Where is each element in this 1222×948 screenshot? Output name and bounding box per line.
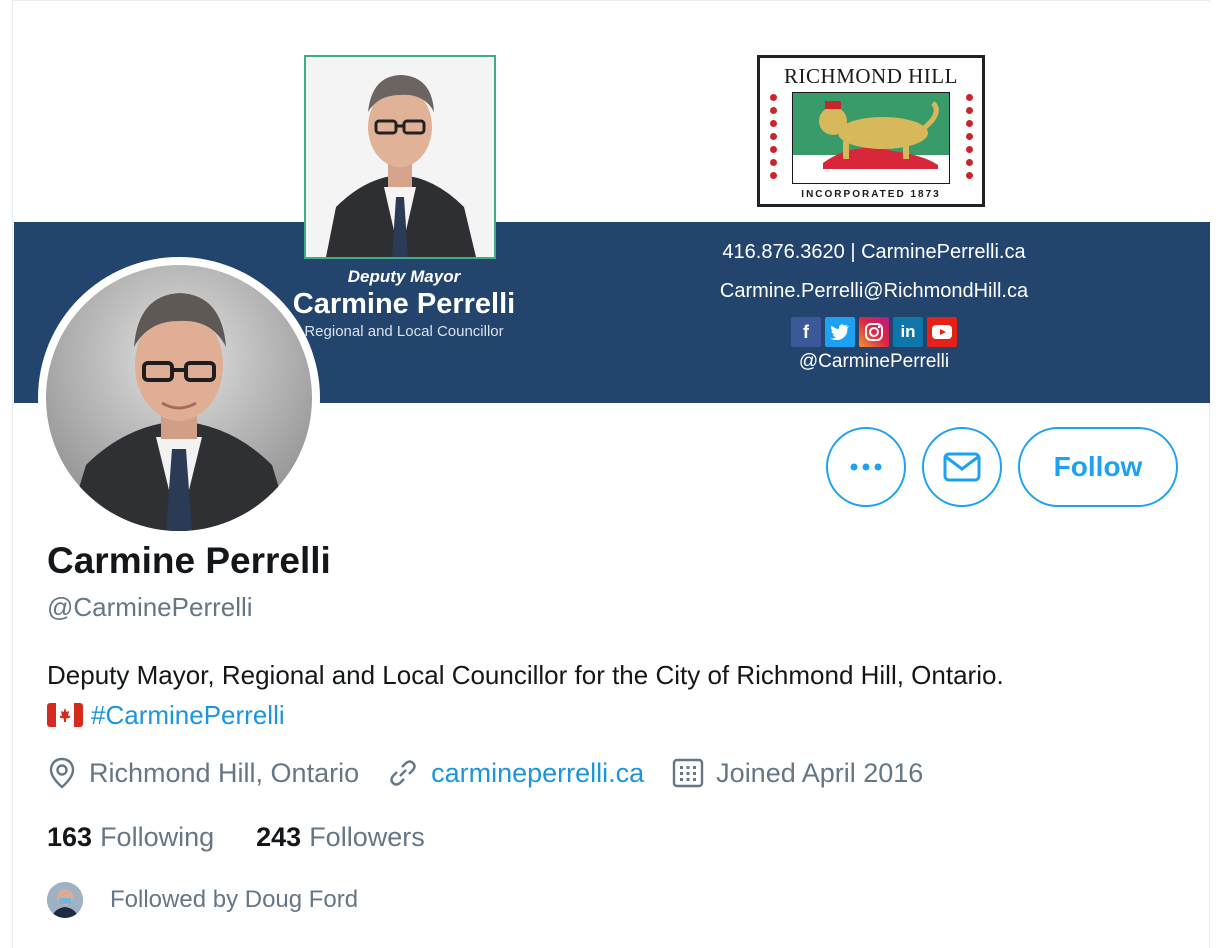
instagram-icon — [859, 317, 889, 347]
avatar[interactable] — [38, 257, 320, 539]
follow-button[interactable]: Follow — [1018, 427, 1178, 507]
following-count: 163 — [47, 822, 93, 852]
joined-text: Joined April 2016 — [716, 757, 924, 788]
more-button[interactable] — [826, 427, 906, 507]
banner-contact: 416.876.3620 | CarminePerrelli.ca Carmin… — [654, 233, 1094, 373]
message-button[interactable] — [922, 427, 1002, 507]
facebook-icon: f — [791, 317, 821, 347]
location-item: Richmond Hill, Ontario — [47, 757, 359, 789]
website-item: carmineperrelli.ca — [387, 757, 644, 789]
website-link[interactable]: carmineperrelli.ca — [431, 758, 644, 789]
follower-avatar — [47, 882, 83, 918]
banner-social-icons: f in — [654, 317, 1094, 347]
profile-stats: 163 Following 243 Followers — [47, 822, 467, 853]
bio-text: Deputy Mayor, Regional and Local Council… — [47, 660, 1004, 690]
more-dots-icon — [850, 463, 882, 471]
location-text: Richmond Hill, Ontario — [89, 757, 360, 788]
canada-flag-icon — [47, 703, 83, 727]
profile-meta: Richmond Hill, Ontario carmineperrelli.c… — [47, 757, 951, 789]
joined-item: Joined April 2016 — [672, 757, 923, 789]
banner-caption: Deputy Mayor Carmine Perrelli Regional a… — [269, 267, 539, 340]
following-label: Following — [100, 822, 215, 852]
hashtag-link[interactable]: #CarminePerrelli — [91, 700, 285, 730]
calendar-icon — [672, 758, 704, 788]
followers-label: Followers — [309, 822, 425, 852]
following-stat[interactable]: 163 Following — [47, 822, 214, 853]
profile-name: Carmine Perrelli — [47, 540, 331, 581]
banner-name: Carmine Perrelli — [292, 288, 516, 320]
banner-handle: @CarminePerrelli — [798, 351, 950, 372]
location-pin-icon — [49, 757, 75, 789]
logo-incorporated: INCORPORATED 1873 — [801, 189, 941, 200]
logo-flowers-left — [768, 94, 778, 190]
followed-by-text: Followed by Doug Ford — [110, 886, 359, 913]
banner-email: Carmine.Perrelli@RichmondHill.ca — [719, 280, 1029, 302]
followed-by[interactable]: Followed by Doug Ford — [47, 882, 358, 918]
bio-hashtag-line: #CarminePerrelli — [47, 695, 1197, 735]
lion-emblem-icon — [792, 92, 950, 184]
richmond-hill-logo: RICHMOND HILL INCORPORATED 1873 — [757, 55, 985, 207]
followers-stat[interactable]: 243 Followers — [256, 822, 425, 853]
followers-count: 243 — [256, 822, 302, 852]
banner-role: Deputy Mayor — [347, 267, 461, 286]
profile-handle: @CarminePerrelli — [47, 592, 253, 622]
youtube-icon — [927, 317, 957, 347]
banner-phone-site: 416.876.3620 | CarminePerrelli.ca — [722, 241, 1026, 263]
banner-subtitle: Regional and Local Councillor — [304, 323, 504, 340]
twitter-icon — [825, 317, 855, 347]
profile-bio: Deputy Mayor, Regional and Local Council… — [47, 655, 1197, 735]
profile-actions: Follow — [826, 427, 1178, 507]
linkedin-icon: in — [893, 317, 923, 347]
envelope-icon — [943, 452, 981, 482]
avatar-photo — [46, 265, 312, 531]
link-icon — [390, 760, 416, 786]
banner-headshot — [304, 55, 496, 259]
logo-title: RICHMOND HILL — [784, 64, 958, 88]
logo-flowers-right — [964, 94, 974, 190]
